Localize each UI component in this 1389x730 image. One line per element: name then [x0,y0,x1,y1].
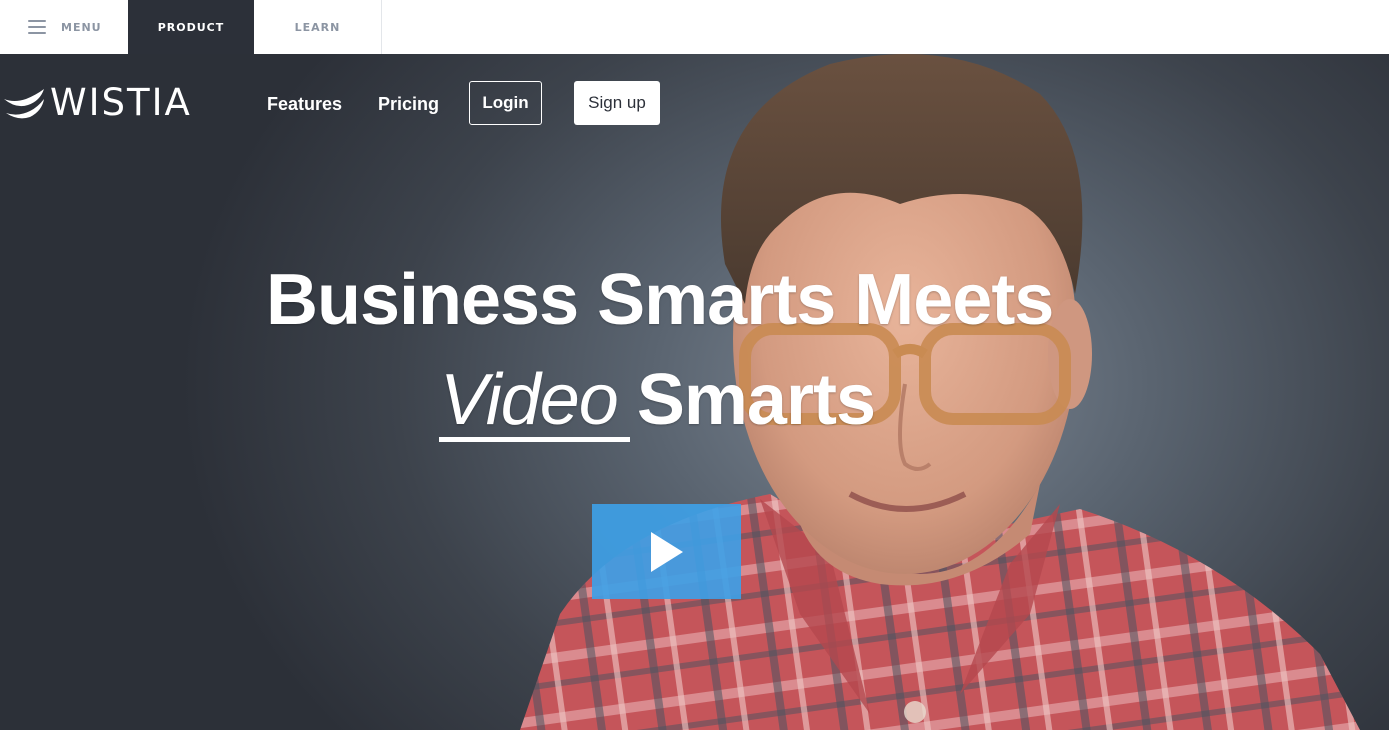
play-icon [650,531,683,572]
signup-button-label: Sign up [588,93,646,112]
pricing-link[interactable]: Pricing [378,94,439,115]
menu-tab-label: MENU [61,20,102,34]
learn-tab-label: LEARN [294,20,341,34]
features-link[interactable]: Features [267,94,342,115]
top-tab-bar: MENU PRODUCT LEARN [0,0,1389,54]
login-button[interactable]: Login [469,81,542,125]
logo-text: WISTIA [50,81,192,124]
wistia-logo[interactable]: WISTIA [4,84,192,121]
headline-line-1: Business Smarts Meets [266,260,1054,340]
wistia-wave-icon [4,88,44,118]
headline-line-2-rest: Smarts [617,360,876,440]
hamburger-icon [28,20,46,34]
learn-tab[interactable]: LEARN [254,0,382,54]
headline-line-2: Video Smarts [440,350,876,450]
main-nav: WISTIA Features Pricing Login Sign up [0,54,1389,154]
signup-button[interactable]: Sign up [574,81,660,125]
product-tab[interactable]: PRODUCT [128,0,254,54]
video-word-underline [439,437,630,442]
login-button-label: Login [482,93,529,112]
headline-video-word: Video [440,360,619,440]
menu-tab[interactable]: MENU [0,0,128,54]
play-video-button[interactable] [592,504,741,599]
product-tab-label: PRODUCT [157,20,225,34]
